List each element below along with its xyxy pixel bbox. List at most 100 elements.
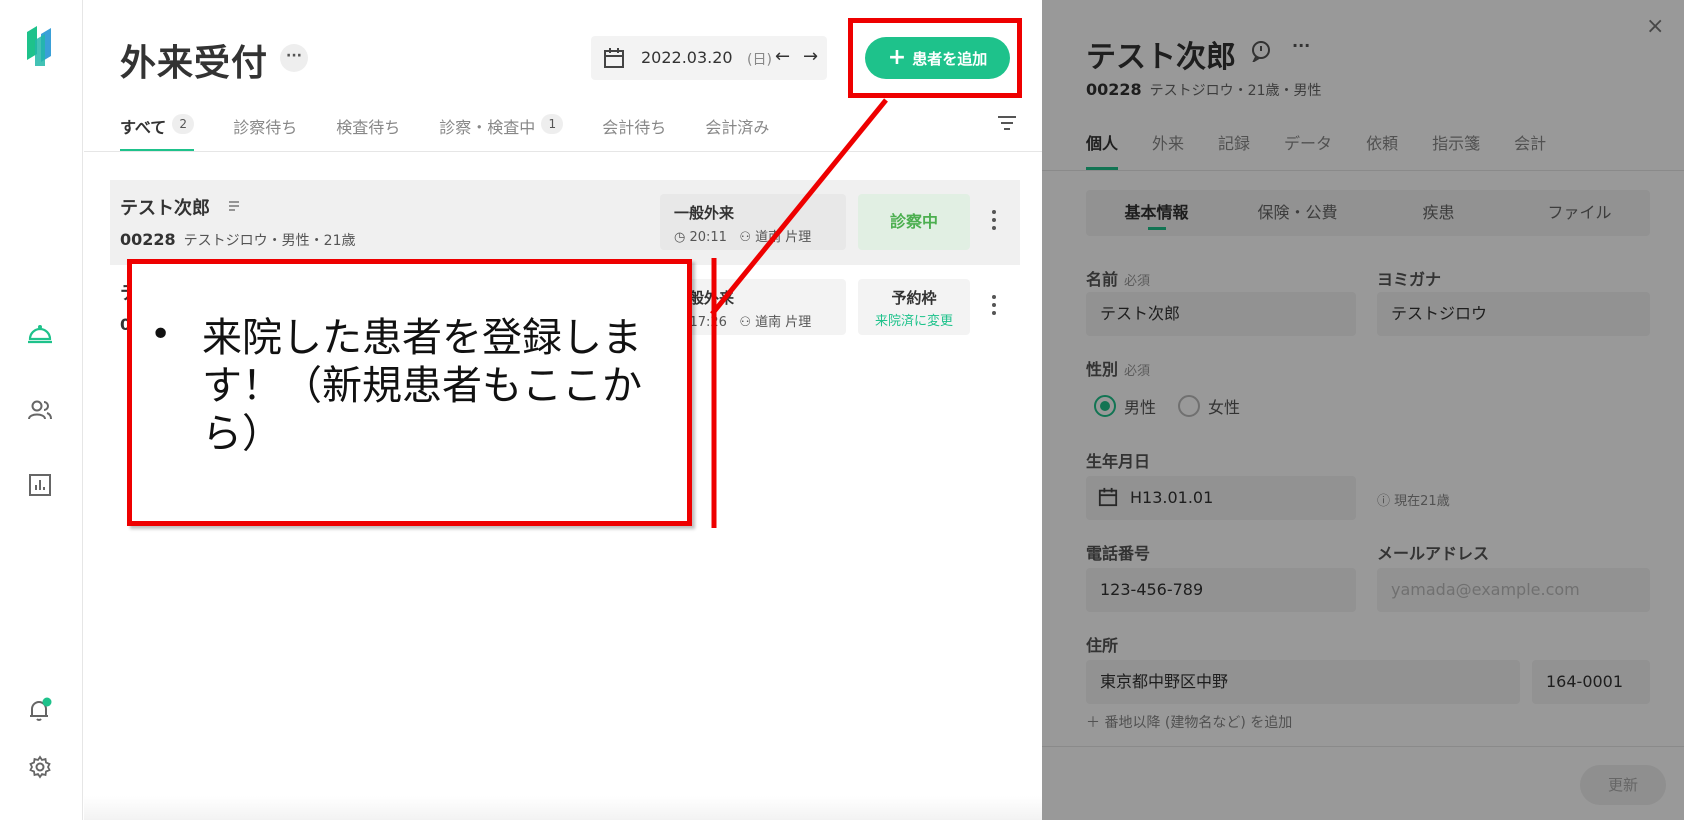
subtab-files[interactable]: ファイル (1509, 190, 1650, 236)
status-tabs: すべて 2 診察待ち 検査待ち 診察・検査中 1 会計待ち 会計済み (120, 108, 808, 152)
app-root: 外来受付 ··· 2022.03.20 (日) ← → + 患者を追加 すべて … (0, 0, 1684, 820)
name-field[interactable]: テスト次郎 (1086, 292, 1356, 336)
update-button[interactable]: 更新 (1580, 765, 1666, 805)
close-icon[interactable]: × (1646, 14, 1664, 39)
tab-label: 診察待ち (233, 118, 298, 137)
tab-waiting-test[interactable]: 検査待ち (336, 108, 400, 152)
calendar-icon (1098, 487, 1118, 507)
reception-bell-icon[interactable] (25, 318, 55, 348)
address-field[interactable]: 東京都中野区中野 (1086, 660, 1520, 704)
count-badge: 1 (541, 114, 564, 134)
visit-time: 20:11 (689, 230, 727, 245)
count-badge: 2 (172, 114, 195, 134)
bullet-point: • (150, 314, 172, 355)
patient-info: テストジロウ・男性・21歳 (183, 233, 356, 249)
tab-personal[interactable]: 個人 (1086, 130, 1119, 170)
email-field[interactable]: yamada@example.com (1377, 568, 1650, 612)
visit-info[interactable]: 一般外来 ◷ 20:11 ⚇ 道南 片理 (660, 194, 846, 250)
birthdate-label: 生年月日 (1086, 452, 1151, 471)
subtab-insurance[interactable]: 保険・公費 (1227, 190, 1368, 236)
prev-day-arrow-icon[interactable]: ← (775, 46, 790, 67)
tabs-divider (84, 151, 1042, 152)
panel-patient-id: 00228 (1086, 80, 1142, 99)
birthdate-field[interactable]: H13.01.01 (1086, 476, 1356, 520)
more-options-button[interactable]: ··· (280, 44, 308, 72)
email-label: メールアドレス (1377, 544, 1490, 563)
kana-field[interactable]: テストジロウ (1377, 292, 1650, 336)
annotation-highlight-box (848, 18, 1022, 98)
panel-footer: 更新 (1042, 746, 1684, 820)
tab-label: 診察・検査中 (439, 118, 536, 137)
subtab-basic-info[interactable]: 基本情報 (1086, 190, 1227, 236)
label-text: 名前 (1086, 270, 1119, 289)
patient-id: 00228 (120, 230, 176, 249)
bottom-shadow (84, 796, 1042, 820)
comment-icon[interactable] (1250, 40, 1272, 62)
sex-female-radio[interactable]: 女性 (1178, 394, 1240, 418)
calendar-icon (604, 48, 624, 68)
left-nav-rail (0, 0, 83, 820)
annotation-callout: • 来院した患者を登録します！（新規患者もここから） (127, 259, 692, 526)
radio-selected-icon (1094, 395, 1116, 417)
kebab-menu-icon[interactable] (990, 293, 998, 317)
date-picker[interactable]: 2022.03.20 (日) ← → (591, 36, 827, 80)
page-title: 外来受付 (120, 43, 269, 84)
patients-icon[interactable] (25, 395, 55, 425)
phone-field[interactable]: 123-456-789 (1086, 568, 1356, 612)
memo-lines-icon (229, 201, 239, 211)
person-icon: ⚇ (739, 315, 752, 330)
settings-gear-icon[interactable] (25, 752, 55, 782)
patient-detail-panel: × テスト次郎 ··· 00228 テストジロウ・21歳・男性 個人 外来 記録 … (1042, 0, 1684, 820)
tab-outpatient[interactable]: 外来 (1152, 130, 1184, 170)
status-badge[interactable]: 診察中 (858, 194, 970, 250)
tab-label: すべて (120, 118, 167, 137)
clock-icon: ◷ (674, 230, 686, 245)
age-note: ⓘ 現在21歳 (1377, 490, 1450, 509)
visit-details: ◷ 17:26 ⚇ 道南 片理 (674, 311, 811, 330)
app-logo-icon (27, 26, 51, 66)
next-day-arrow-icon[interactable]: → (803, 46, 818, 67)
tab-all[interactable]: すべて 2 (120, 108, 195, 152)
tab-instructions[interactable]: 指示箋 (1432, 130, 1480, 170)
status-badge[interactable]: 予約枠 来院済に変更 (858, 279, 970, 335)
tab-records[interactable]: 記録 (1218, 130, 1250, 170)
date-weekday: (日) (747, 52, 772, 68)
tab-data[interactable]: データ (1284, 130, 1332, 170)
required-tag: 必須 (1124, 274, 1151, 289)
mark-arrived-link[interactable]: 来院済に変更 (858, 310, 970, 329)
date-value: 2022.03.20 (641, 48, 733, 67)
tab-billing[interactable]: 会計 (1514, 130, 1546, 170)
patient-name: テスト次郎 (120, 198, 210, 219)
tab-waiting-payment[interactable]: 会計待ち (602, 108, 666, 152)
radio-label: 男性 (1124, 398, 1157, 417)
panel-patient-info: テストジロウ・21歳・男性 (1149, 83, 1322, 99)
panel-patient-name: テスト次郎 (1086, 40, 1236, 75)
plus-icon: ＋ (1086, 715, 1100, 731)
filter-icon[interactable] (996, 114, 1018, 132)
callout-text: 来院した患者を登録します！（新規患者もここから） (202, 315, 642, 457)
visit-time: 17:26 (689, 315, 727, 330)
panel-tabs-divider (1042, 170, 1684, 171)
notification-bell-icon[interactable] (25, 695, 55, 725)
kebab-menu-icon[interactable] (990, 208, 998, 232)
link-text: 番地以降 (建物名など) を追加 (1104, 715, 1293, 731)
radio-empty-icon (1178, 395, 1200, 417)
panel-tabs: 個人 外来 記録 データ 依頼 指示箋 会計 (1086, 130, 1580, 170)
tab-requests[interactable]: 依頼 (1366, 130, 1398, 170)
subtab-diseases[interactable]: 疾患 (1368, 190, 1509, 236)
table-row[interactable]: テスト次郎 00228 テストジロウ・男性・21歳 一般外来 ◷ 20:11 ⚇ … (110, 180, 1020, 265)
status-label: 予約枠 (891, 289, 937, 307)
panel-more-button[interactable]: ··· (1292, 36, 1310, 55)
zip-field[interactable]: 164-0001 (1532, 660, 1650, 704)
address-label: 住所 (1086, 636, 1119, 655)
tab-paid[interactable]: 会計済み (705, 108, 769, 152)
label-text: 性別 (1086, 360, 1119, 379)
add-address-detail-link[interactable]: ＋ 番地以降 (建物名など) を追加 (1086, 712, 1292, 732)
tab-in-progress[interactable]: 診察・検査中 1 (439, 108, 564, 152)
reports-chart-icon[interactable] (25, 470, 55, 500)
tab-waiting-exam[interactable]: 診察待ち (233, 108, 297, 152)
doctor-name: 道南 片理 (755, 315, 812, 330)
tab-label: 会計待ち (602, 118, 667, 137)
person-icon: ⚇ (739, 230, 752, 245)
sex-male-radio[interactable]: 男性 (1094, 394, 1156, 418)
